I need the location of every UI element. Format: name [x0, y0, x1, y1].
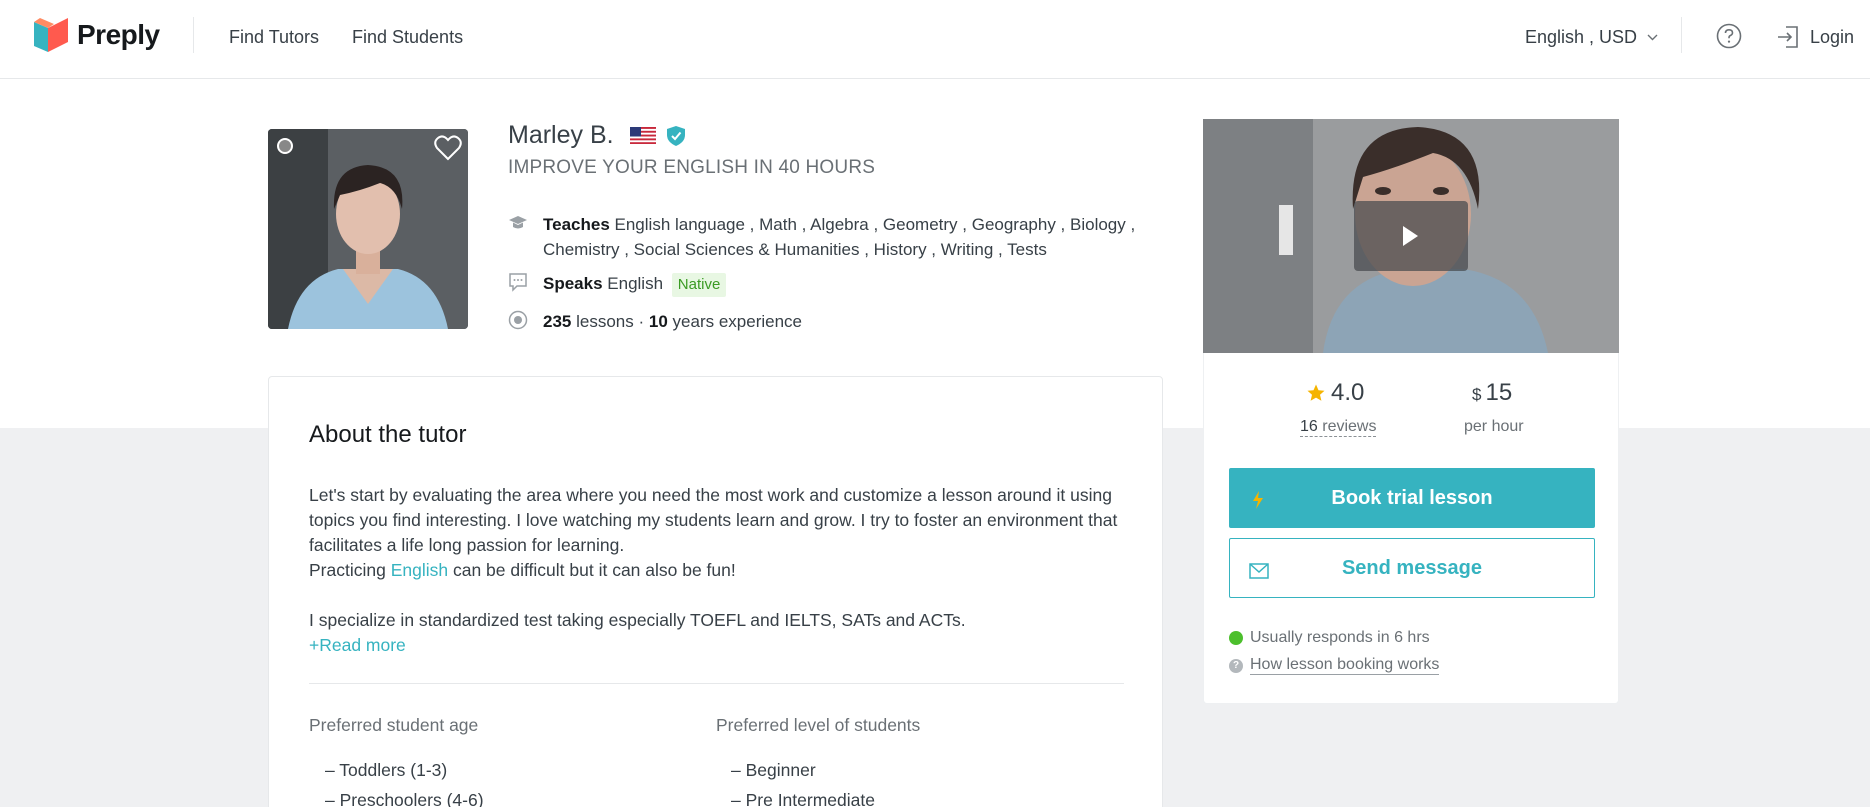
about-tutor-card: About the tutor Let's start by evaluatin…: [268, 376, 1163, 807]
about-paragraph-2-suffix: can be difficult but it can also be fun!: [448, 560, 736, 580]
header-divider-right: [1681, 17, 1682, 53]
read-more-link[interactable]: +Read more: [309, 633, 1129, 658]
login-icon: [1778, 26, 1798, 48]
how-booking-works-link[interactable]: ? How lesson booking works: [1229, 656, 1440, 675]
header-divider: [193, 17, 194, 53]
send-message-label: Send message: [1341, 556, 1483, 579]
preferred-age-title: Preferred student age: [309, 715, 479, 735]
lessons-icon: [508, 310, 528, 330]
nav-find-tutors[interactable]: Find Tutors: [229, 27, 319, 48]
tutor-name: Marley B.: [508, 121, 614, 149]
preferred-level-item: – Pre Intermediate: [731, 790, 875, 807]
help-icon[interactable]: [1716, 23, 1742, 49]
chevron-down-icon: [1647, 34, 1658, 41]
about-paragraph-3: I specialize in standardized test taking…: [309, 610, 966, 630]
question-icon: ?: [1229, 658, 1243, 673]
online-status-dot: [277, 138, 293, 154]
intro-video[interactable]: [1203, 119, 1619, 353]
english-link[interactable]: English: [391, 560, 448, 580]
login-label: Login: [1810, 26, 1855, 47]
native-badge: Native: [671, 273, 727, 297]
speaks-label: Speaks: [543, 274, 603, 293]
about-paragraph-1: Let's start by evaluating the area where…: [309, 485, 1118, 555]
brand-name: Preply: [77, 19, 160, 50]
speaks-language: English: [607, 274, 664, 293]
language-currency-label: English , USD: [1525, 27, 1638, 47]
about-description: Let's start by evaluating the area where…: [309, 483, 1129, 658]
price: $15: [1472, 379, 1512, 407]
play-button[interactable]: [1354, 201, 1468, 271]
lessons-count: 235: [543, 312, 572, 331]
us-flag-icon: [629, 127, 656, 144]
about-divider: [309, 683, 1124, 684]
book-trial-label: Book trial lesson: [1331, 486, 1493, 509]
star-icon: [1307, 384, 1325, 401]
preferred-age-item: – Preschoolers (4-6): [325, 790, 484, 807]
heart-icon[interactable]: [434, 135, 462, 161]
currency-symbol: $: [1472, 385, 1482, 404]
preply-logo[interactable]: Preply: [34, 18, 160, 52]
tutor-avatar[interactable]: [268, 129, 468, 329]
rating: 4.0: [1307, 379, 1364, 407]
lessons-label: lessons ·: [576, 312, 645, 331]
mail-icon: [1249, 563, 1269, 579]
years-label: years experience: [672, 312, 802, 331]
teaches-row: Teaches English language , Math , Algebr…: [508, 212, 1135, 262]
per-hour-label: per hour: [1464, 418, 1524, 435]
login-link[interactable]: Login: [1776, 25, 1854, 49]
preferred-age-item: – Toddlers (1-3): [325, 760, 448, 780]
teaches-subjects-line1: English language , Math , Algebra , Geom…: [614, 215, 1136, 234]
verified-shield-icon: [666, 125, 685, 146]
bolt-icon: [1253, 491, 1263, 509]
years-count: 10: [648, 312, 668, 331]
teaches-subjects-line2: Chemistry , Social Sciences & Humanities…: [543, 240, 1047, 259]
booking-card: 4.0 16 reviews $15 per hour Book trial l…: [1203, 353, 1619, 704]
play-icon: [1403, 226, 1418, 246]
experience-row: 235 lessons · 10 years experience: [508, 309, 802, 334]
rating-value: 4.0: [1331, 379, 1365, 406]
chat-bubble-icon: [509, 273, 527, 292]
about-paragraph-2: Practicing English can be difficult but …: [309, 558, 1129, 583]
about-title: About the tutor: [309, 421, 467, 448]
language-currency-selector[interactable]: English , USD: [1525, 27, 1658, 48]
online-dot: [1229, 631, 1243, 645]
preferred-level-title: Preferred level of students: [716, 715, 921, 735]
price-value: 15: [1485, 379, 1513, 406]
speaks-row: Speaks English Native: [508, 271, 727, 297]
send-message-button[interactable]: Send message: [1229, 538, 1595, 598]
reviews-count: 16: [1300, 418, 1318, 435]
top-header: Preply Find Tutors Find Students English…: [0, 0, 1870, 79]
response-time-label: Usually responds in 6 hrs: [1250, 629, 1430, 646]
book-trial-button[interactable]: Book trial lesson: [1229, 468, 1595, 528]
how-booking-works-label: How lesson booking works: [1250, 656, 1440, 675]
tutor-name-row: Marley B.: [508, 121, 686, 150]
response-time: Usually responds in 6 hrs: [1229, 629, 1430, 647]
nav-find-students[interactable]: Find Students: [352, 27, 463, 48]
preply-logo-icon: [34, 18, 68, 52]
teaches-label: Teaches: [543, 215, 610, 234]
graduation-cap-icon: [509, 216, 527, 229]
reviews-link[interactable]: 16 reviews: [1300, 418, 1377, 437]
about-paragraph-2-prefix: Practicing: [309, 560, 391, 580]
reviews-label: reviews: [1322, 418, 1377, 435]
preferred-level-item: – Beginner: [731, 760, 816, 780]
tutor-headline: IMPROVE YOUR ENGLISH IN 40 HOURS: [508, 157, 876, 178]
